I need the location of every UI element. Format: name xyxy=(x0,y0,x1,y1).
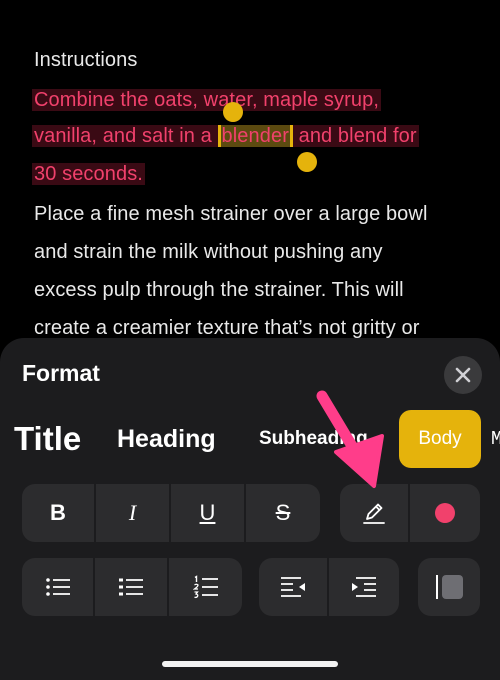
note-content[interactable]: Instructions Combine the oats, water, ma… xyxy=(0,0,500,360)
highlighted-text: Combine the oats, water, maple syrup, xyxy=(32,89,381,111)
block-quote-button[interactable] xyxy=(418,558,480,616)
highlighted-line-3[interactable]: 30 seconds. xyxy=(32,160,145,188)
format-sheet: Format Title Heading Subheading Body M B… xyxy=(0,338,500,680)
selection-end-handle[interactable] xyxy=(297,152,317,172)
style-heading[interactable]: Heading xyxy=(117,410,216,468)
close-icon xyxy=(455,367,471,383)
increase-indent-icon xyxy=(352,577,376,597)
style-monostyled[interactable]: M xyxy=(491,410,500,468)
style-body[interactable]: Body xyxy=(399,410,481,468)
decrease-indent-button[interactable] xyxy=(259,558,329,616)
highlighted-text: vanilla, and salt in a blender and blend… xyxy=(32,125,419,147)
note-heading: Instructions xyxy=(34,49,138,71)
annotation-arrow-icon xyxy=(316,390,384,488)
numbered-list-icon xyxy=(192,575,218,599)
indent-group xyxy=(259,558,399,616)
numbered-list-button[interactable] xyxy=(169,558,242,616)
selected-word[interactable]: blender xyxy=(217,125,293,147)
increase-indent-button[interactable] xyxy=(329,558,399,616)
list-style-group xyxy=(22,558,242,616)
bold-button[interactable]: B xyxy=(22,484,96,542)
highlighted-line-1[interactable]: Combine the oats, water, maple syrup, xyxy=(32,86,381,114)
home-indicator[interactable] xyxy=(162,661,338,667)
selection-start-handle[interactable] xyxy=(223,102,243,122)
decrease-indent-icon xyxy=(281,577,305,597)
paragraph-style-picker[interactable]: Title Heading Subheading Body M xyxy=(0,410,500,470)
color-button[interactable] xyxy=(410,484,480,542)
dashed-list-button[interactable] xyxy=(95,558,169,616)
bulleted-list-button[interactable] xyxy=(22,558,95,616)
pen-icon xyxy=(363,503,385,524)
underline-button[interactable]: U xyxy=(171,484,246,542)
color-dot-icon xyxy=(435,503,455,523)
close-button[interactable] xyxy=(444,356,482,394)
style-title[interactable]: Title xyxy=(14,410,81,468)
sheet-title: Format xyxy=(22,360,100,386)
highlighted-line-2[interactable]: vanilla, and salt in a blender and blend… xyxy=(32,122,419,150)
bulleted-list-icon xyxy=(45,578,70,596)
body-line-2: and strain the milk without pushing any xyxy=(34,241,383,263)
text-style-group: B I U S xyxy=(22,484,320,542)
italic-button[interactable]: I xyxy=(96,484,171,542)
body-line-1: Place a fine mesh strainer over a large … xyxy=(34,203,428,225)
block-quote-group xyxy=(418,558,480,616)
dashed-list-icon xyxy=(119,578,143,596)
body-line-3: excess pulp through the strainer. This w… xyxy=(34,279,404,301)
highlighted-text: 30 seconds. xyxy=(32,163,145,185)
block-quote-icon xyxy=(436,575,463,599)
